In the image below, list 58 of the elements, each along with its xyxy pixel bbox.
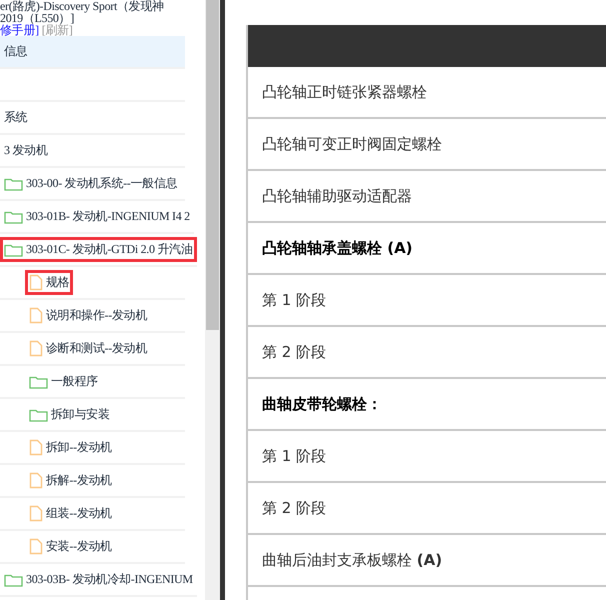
folder-icon	[4, 176, 23, 190]
tree-item-label: 信息	[4, 43, 28, 60]
tree-item-label: 拆卸--发动机	[46, 439, 112, 456]
tree-item-label: 一般程序	[51, 373, 98, 390]
tree-item[interactable]: 303-01B- 发动机-INGENIUM I4 2	[0, 201, 194, 234]
tree-item[interactable]: 诊断和测试--发动机	[0, 333, 185, 366]
tree-item-label: 诊断和测试--发动机	[46, 340, 147, 357]
document-icon	[29, 307, 43, 324]
table-cell: 第 2 阶段	[248, 483, 606, 535]
highlighted-tree-item[interactable]: 信息	[0, 36, 185, 69]
document-icon	[29, 538, 43, 555]
table-cell: 第 1 阶段	[248, 431, 606, 483]
tree-item[interactable]: 拆卸与安装	[0, 399, 185, 432]
document-icon	[29, 340, 43, 357]
tree-item-label: 拆解--发动机	[46, 472, 112, 489]
folder-icon	[4, 210, 23, 224]
table-cell: 凸轮轴轴承盖螺栓 (A)	[248, 223, 606, 275]
table-cell: 凸轮轴可变正时阀固定螺栓	[248, 119, 606, 171]
table-cell: 凸轮轴正时链张紧器螺栓	[248, 67, 606, 119]
tree-item[interactable]: 一般程序	[0, 366, 185, 399]
tree-item[interactable]: 303-03B- 发动机冷却-INGENIUM	[0, 564, 197, 597]
tree-item-label: 3 发动机	[4, 142, 48, 159]
document-icon	[29, 472, 43, 489]
table-cell: 曲轴后油封支承板螺栓 (A)	[248, 535, 606, 587]
tree-item-label: 303-01C- 发动机-GTDi 2.0 升汽油	[26, 241, 192, 258]
tree-item-label: 组装--发动机	[46, 505, 112, 522]
table-cell: 凸轮轴辅助驱动适配器	[248, 171, 606, 223]
tree-item-label: 拆卸与安装	[51, 406, 110, 423]
scrollbar-thumb[interactable]	[206, 0, 219, 330]
tree-item-label: 303-03B- 发动机冷却-INGENIUM	[26, 571, 193, 588]
folder-icon	[4, 242, 23, 256]
document-icon	[29, 274, 43, 291]
document-icon	[29, 439, 43, 456]
tree-item-label: 规格	[46, 274, 70, 291]
folder-icon	[29, 408, 48, 422]
folder-icon	[4, 572, 23, 586]
document-icon	[29, 505, 43, 522]
tree-item[interactable]: 303-00- 发动机系统--一般信息	[0, 168, 185, 201]
scrollbar-track[interactable]	[205, 0, 220, 600]
tree-item-label: 系统	[4, 109, 28, 126]
tree-item-label: 303-00- 发动机系统--一般信息	[26, 175, 178, 192]
tree-item-label: 说明和操作--发动机	[46, 307, 147, 324]
table-cell: 第 2 阶段	[248, 327, 606, 379]
tree-item[interactable]: 安装--发动机	[0, 531, 185, 564]
tree-item-label: 安装--发动机	[46, 538, 112, 555]
tree-item[interactable]: 说明和操作--发动机	[0, 300, 185, 333]
tree-item[interactable]: 拆解--发动机	[0, 465, 185, 498]
manual-link[interactable]: 修手册]	[0, 24, 39, 36]
tree-item[interactable]: 规格	[0, 267, 185, 300]
tree-item[interactable]: 组装--发动机	[0, 498, 185, 531]
manual-title: er(路虎)-Discovery Sport（发现神 2019（L550）]	[0, 0, 165, 24]
tree-item[interactable]: 拆卸--发动机	[0, 432, 185, 465]
table-cell: 第 1 阶段	[248, 275, 606, 327]
tree-item[interactable]: 系统	[0, 102, 185, 135]
folder-icon	[29, 374, 48, 388]
table-cell: 曲轴皮带轮螺栓：	[248, 379, 606, 431]
tree-item-label: 303-01B- 发动机-INGENIUM I4 2	[26, 208, 190, 225]
tree-item[interactable]: 3 发动机	[0, 135, 185, 168]
